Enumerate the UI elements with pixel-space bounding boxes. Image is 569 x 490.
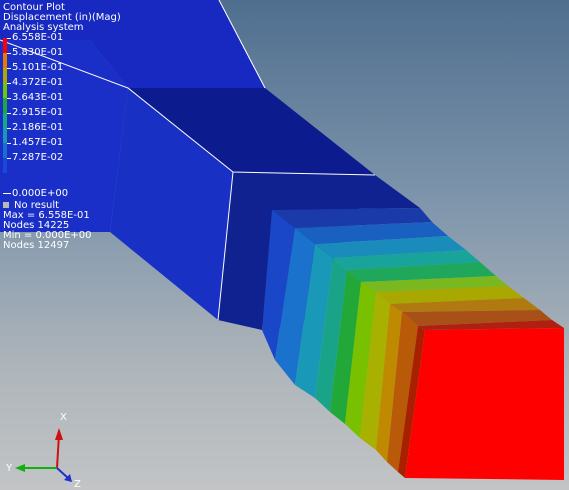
legend-level-label: 4.372E-01 bbox=[12, 77, 64, 88]
legend-level-label: 5.101E-01 bbox=[12, 62, 64, 73]
graphics-viewport[interactable]: Contour Plot Displacement (in)(Mag) Anal… bbox=[0, 0, 569, 490]
legend-level-label: 2.915E-01 bbox=[12, 107, 64, 118]
legend-swatch bbox=[3, 128, 7, 143]
legend-swatch bbox=[3, 38, 7, 53]
triad-y-arrow bbox=[15, 464, 25, 472]
triad-x-arrow bbox=[55, 428, 63, 440]
legend-level-label: 5.830E-01 bbox=[12, 47, 64, 58]
legend-level-label: 1.457E-01 bbox=[12, 137, 64, 148]
triad-z-axis bbox=[56, 467, 69, 479]
legend-zero-row: 0.000E+00 bbox=[3, 189, 123, 199]
legend-zero-line bbox=[3, 192, 11, 194]
legend-zero-label: 0.000E+00 bbox=[12, 188, 69, 199]
legend-tick bbox=[7, 53, 11, 54]
legend-tick bbox=[7, 83, 11, 84]
legend-level-label: 3.643E-01 bbox=[12, 92, 64, 103]
legend-tick bbox=[7, 143, 11, 144]
min-node-label: Nodes 12497 bbox=[3, 240, 70, 251]
legend-tick bbox=[7, 38, 11, 39]
triad-x-label: X bbox=[60, 412, 67, 423]
no-result-swatch bbox=[3, 202, 9, 208]
legend-swatch bbox=[3, 68, 7, 83]
contour-legend: Contour Plot Displacement (in)(Mag) Anal… bbox=[3, 3, 123, 251]
legend-level-label: 2.186E-01 bbox=[12, 122, 64, 133]
legend-tick bbox=[7, 128, 11, 129]
legend-swatch bbox=[3, 53, 7, 68]
coordinate-triad: X Y Z bbox=[5, 412, 81, 490]
legend-tick bbox=[7, 158, 11, 159]
model-end-cap bbox=[405, 328, 564, 480]
legend-color-scale: 6.558E-01 5.830E-01 5.101E-01 4.372E-01 3.64… bbox=[3, 32, 123, 188]
legend-level-label: 6.558E-01 bbox=[12, 32, 64, 43]
triad-y-label: Y bbox=[5, 463, 13, 474]
legend-tick bbox=[7, 68, 11, 69]
legend-swatch bbox=[3, 83, 7, 98]
legend-level-label: 7.287E-02 bbox=[12, 152, 64, 163]
legend-swatch bbox=[3, 143, 7, 158]
triad-z-label: Z bbox=[74, 479, 81, 490]
legend-swatch bbox=[3, 113, 7, 128]
legend-tick bbox=[7, 98, 11, 99]
legend-swatch bbox=[3, 158, 7, 173]
legend-swatch bbox=[3, 98, 7, 113]
legend-tick bbox=[7, 113, 11, 114]
